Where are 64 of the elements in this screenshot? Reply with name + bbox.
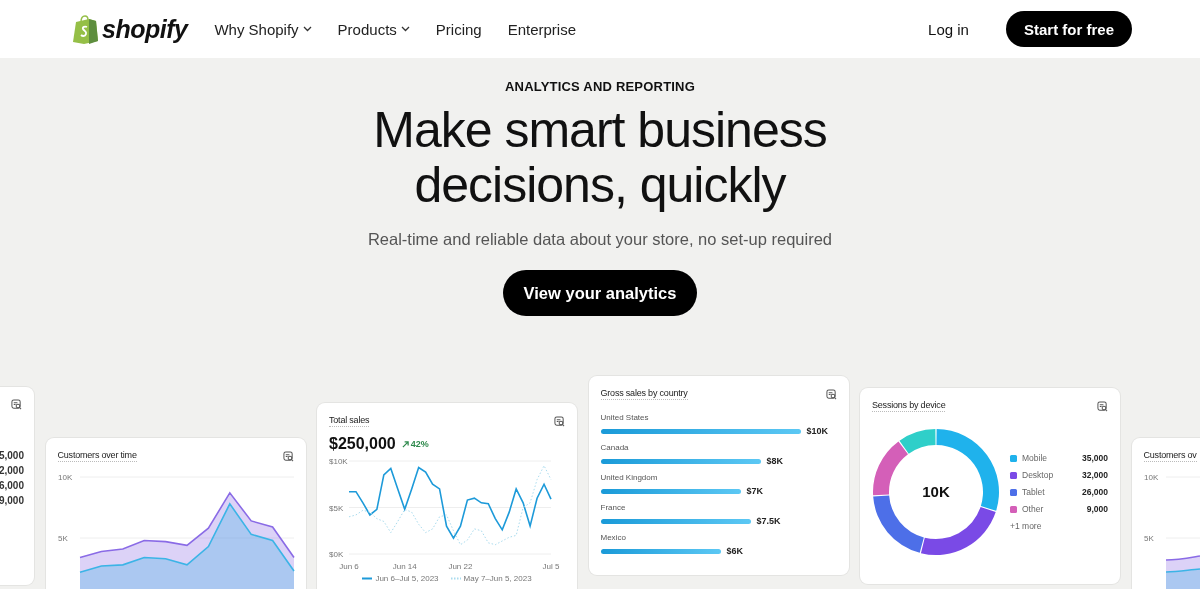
axis-tick-label: $0K <box>329 550 344 559</box>
axis-tick-label: 10K <box>1143 473 1158 482</box>
nav-link[interactable]: Enterprise <box>507 20 577 38</box>
chart-search-icon[interactable] <box>11 399 22 410</box>
legend-value: 2,000 <box>0 465 24 476</box>
logo-wordmark[interactable]: shopify <box>102 14 188 44</box>
legend-label: Tablet <box>1022 487 1046 497</box>
chart-title: Customers ov <box>1143 450 1197 462</box>
axis-tick-label: Jun 6 <box>339 562 359 571</box>
axis-tick-label: Jun 14 <box>392 562 417 571</box>
legend-value: 35,000 <box>1082 453 1108 463</box>
chart-title: Customers over time <box>57 450 137 462</box>
chart-search-icon[interactable] <box>825 388 837 400</box>
legend-value: 9,000 <box>1086 504 1108 514</box>
legend-label: May 7–Jun 5, 2023 <box>463 574 532 583</box>
chart-title: Total sales <box>329 415 370 427</box>
nav-link[interactable]: Pricing <box>435 20 482 38</box>
bar-value-label: $6K <box>726 546 743 556</box>
nav-link[interactable]: Products <box>337 20 410 38</box>
chart-search-icon[interactable] <box>1097 400 1108 412</box>
country-label: Mexico <box>600 533 627 543</box>
legend-label: Other <box>1022 504 1045 514</box>
shopping-bag-logo-icon[interactable] <box>73 14 98 44</box>
legend-value: 5,000 <box>0 450 24 461</box>
legend-line-icon <box>450 577 461 580</box>
nav-link[interactable]: Why Shopify <box>214 20 312 38</box>
axis-tick-label: $10K <box>329 457 348 466</box>
legend-label: Desktop <box>1022 470 1055 480</box>
donut-center-value: 10K <box>921 483 951 500</box>
country-label: United States <box>600 413 650 423</box>
bar-value-label: $8K <box>766 456 783 466</box>
country-label: Canada <box>600 443 630 453</box>
axis-tick-label: 5K <box>57 534 68 543</box>
legend-value: 6,000 <box>0 480 24 491</box>
chart-title: Sessions by device <box>872 400 946 412</box>
legend-line-icon <box>362 577 373 580</box>
chart-search-icon[interactable] <box>282 450 294 462</box>
axis-tick-label: 10K <box>57 473 72 482</box>
bar-value-label: $7.5K <box>756 516 781 526</box>
legend-label: Jun 6–Jul 5, 2023 <box>375 574 439 583</box>
login-link[interactable]: Log in <box>928 20 969 38</box>
legend-value: 26,000 <box>1082 487 1108 497</box>
hero-heading: Make smart business decisions, quickly <box>372 103 828 213</box>
bar-value-label: $7K <box>746 486 763 496</box>
legend-value: 32,000 <box>1082 470 1108 480</box>
total-value: $250,000 <box>329 435 396 453</box>
country-label: France <box>600 503 627 513</box>
view-analytics-button[interactable]: View your analytics <box>502 270 698 316</box>
axis-tick-label: Jul 5 <box>542 562 560 571</box>
section-eyebrow: ANALYTICS AND REPORTING <box>505 79 695 94</box>
arrow-up-right-icon <box>401 440 409 448</box>
legend-value: 9,000 <box>0 495 24 506</box>
change-percent: 42% <box>410 439 429 449</box>
axis-tick-label: 5K <box>1143 534 1154 543</box>
axis-tick-label: Jun 22 <box>448 562 473 571</box>
bar-value-label: $10K <box>806 426 828 436</box>
chart-search-icon[interactable] <box>554 415 565 427</box>
axis-tick-label: $5K <box>329 503 344 513</box>
legend-label: Mobile <box>1022 453 1049 463</box>
chart-title: Gross sales by country <box>600 388 688 400</box>
more-link[interactable]: +1 more <box>1010 521 1042 531</box>
hero-subtitle: Real-time and reliable data about your store, no set-up required <box>367 230 833 249</box>
start-free-button[interactable]: Start for free <box>1005 11 1132 47</box>
country-label: United Kingdom <box>600 473 659 483</box>
